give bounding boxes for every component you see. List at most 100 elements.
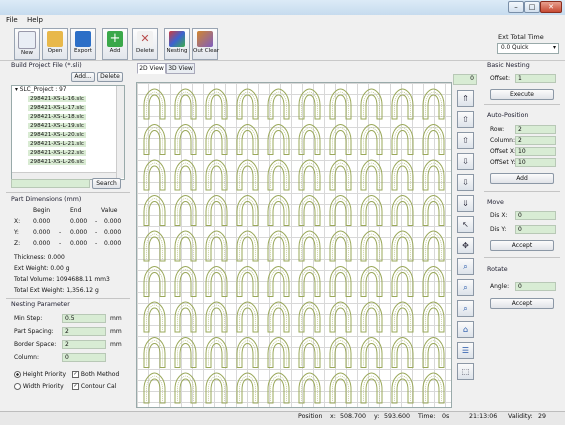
new-button[interactable]: New <box>14 28 40 60</box>
dis-x-field[interactable]: 0 <box>515 211 556 220</box>
dental-arch-part[interactable] <box>143 159 166 191</box>
tab-3d-view[interactable]: 3D View <box>166 63 195 74</box>
auto-position-add-button[interactable]: Add <box>490 173 554 184</box>
open-button[interactable]: Open <box>42 28 68 60</box>
dental-arch-part[interactable] <box>205 301 228 333</box>
dental-arch-part[interactable] <box>143 123 166 155</box>
minimize-button[interactable]: – <box>508 1 524 13</box>
dental-arch-part[interactable] <box>174 159 197 191</box>
arrow-up-icon[interactable]: ⇧ <box>457 111 474 128</box>
dental-arch-part[interactable] <box>422 372 445 404</box>
dental-arch-part[interactable] <box>329 336 352 368</box>
tree-file-item[interactable]: 298421-XS-L-19.slc <box>28 123 86 129</box>
rotate-accept-button[interactable]: Accept <box>490 298 554 309</box>
dental-arch-part[interactable] <box>236 336 259 368</box>
dental-arch-part[interactable] <box>205 123 228 155</box>
move-bottom-icon[interactable]: ⇓ <box>457 195 474 212</box>
dental-arch-part[interactable] <box>360 194 383 226</box>
dental-arch-part[interactable] <box>422 159 445 191</box>
dental-arch-part[interactable] <box>236 230 259 262</box>
dental-arch-part[interactable] <box>267 194 290 226</box>
dental-arch-part[interactable] <box>422 265 445 297</box>
dental-arch-part[interactable] <box>174 336 197 368</box>
row-field[interactable]: 2 <box>515 125 556 134</box>
zoom-out-icon[interactable]: ⌕ <box>457 279 474 296</box>
dental-arch-part[interactable] <box>360 301 383 333</box>
dis-y-field[interactable]: 0 <box>515 225 556 234</box>
offset-field[interactable]: 1 <box>515 74 556 83</box>
dental-arch-part[interactable] <box>298 265 321 297</box>
dental-arch-part[interactable] <box>329 265 352 297</box>
dental-arch-part[interactable] <box>298 88 321 120</box>
dental-arch-part[interactable] <box>422 194 445 226</box>
project-tree[interactable]: ▾ SLC_Project : 97 298421-XS-L-16.slc 29… <box>11 85 125 180</box>
dental-arch-part[interactable] <box>236 123 259 155</box>
dental-arch-part[interactable] <box>267 372 290 404</box>
close-button[interactable]: ✕ <box>540 1 562 13</box>
dental-arch-part[interactable] <box>360 159 383 191</box>
move-top-icon[interactable]: ⇑ <box>457 90 474 107</box>
dental-arch-part[interactable] <box>174 301 197 333</box>
offset-x-field[interactable]: 10 <box>515 147 556 156</box>
dental-arch-part[interactable] <box>360 336 383 368</box>
tree-file-item[interactable]: 298421-XS-L-26.slc <box>28 159 86 165</box>
dental-arch-part[interactable] <box>329 230 352 262</box>
dental-arch-part[interactable] <box>298 372 321 404</box>
dental-arch-part[interactable] <box>391 336 414 368</box>
dental-arch-part[interactable] <box>236 301 259 333</box>
select-box-icon[interactable]: ⬚ <box>457 363 474 380</box>
dental-arch-part[interactable] <box>391 265 414 297</box>
dental-arch-part[interactable] <box>174 230 197 262</box>
angle-field[interactable]: 0 <box>515 282 556 291</box>
arrow-up-icon[interactable]: ⇧ <box>457 132 474 149</box>
dental-arch-part[interactable] <box>391 123 414 155</box>
dental-arch-part[interactable] <box>174 88 197 120</box>
tree-file-item[interactable]: 298421-XS-L-20.slc <box>28 132 86 138</box>
dental-arch-part[interactable] <box>236 372 259 404</box>
build-delete-button[interactable]: Delete <box>97 72 123 82</box>
dental-arch-part[interactable] <box>267 159 290 191</box>
dental-arch-part[interactable] <box>360 230 383 262</box>
add-button[interactable]: + Add <box>102 28 128 60</box>
tree-file-item[interactable]: 298421-XS-L-21.slc <box>28 141 86 147</box>
tree-file-item[interactable]: 298421-XS-L-16.slc <box>28 96 86 102</box>
zoom-fit-icon[interactable]: ⌕ <box>457 300 474 317</box>
dental-arch-part[interactable] <box>205 372 228 404</box>
dental-arch-part[interactable] <box>360 88 383 120</box>
dental-arch-part[interactable] <box>143 265 166 297</box>
search-button[interactable]: Search <box>92 178 121 189</box>
dental-arch-part[interactable] <box>329 301 352 333</box>
tree-file-item[interactable]: 298421-XS-L-18.slc <box>28 114 86 120</box>
dental-arch-part[interactable] <box>391 159 414 191</box>
dental-arch-part[interactable] <box>422 88 445 120</box>
delete-button[interactable]: ✕ Delete <box>132 28 158 60</box>
menu-help[interactable]: Help <box>27 16 43 24</box>
arrow-down-icon[interactable]: ⇩ <box>457 153 474 170</box>
dental-arch-part[interactable] <box>143 88 166 120</box>
dental-arch-part[interactable] <box>391 230 414 262</box>
dental-arch-part[interactable] <box>267 336 290 368</box>
part-spacing-field[interactable]: 2 <box>62 327 106 336</box>
dental-arch-part[interactable] <box>298 123 321 155</box>
min-step-field[interactable]: 0.5 <box>62 314 106 323</box>
both-method-checkbox[interactable]: ✓ Both Method <box>72 371 119 378</box>
dental-arch-part[interactable] <box>143 301 166 333</box>
dental-arch-part[interactable] <box>143 372 166 404</box>
dental-arch-part[interactable] <box>236 194 259 226</box>
ext-time-select[interactable]: 0.0 Quick ▾ <box>497 43 559 54</box>
dental-arch-part[interactable] <box>143 194 166 226</box>
offset-y-field[interactable]: 10 <box>515 158 556 167</box>
dental-arch-part[interactable] <box>391 372 414 404</box>
height-priority-radio[interactable]: Height Priority <box>14 371 66 378</box>
export-button[interactable]: Export <box>70 28 96 60</box>
zoom-in-icon[interactable]: ⌕ <box>457 258 474 275</box>
dental-arch-part[interactable] <box>391 194 414 226</box>
cursor-icon[interactable]: ↖ <box>457 216 474 233</box>
dental-arch-part[interactable] <box>267 230 290 262</box>
dental-arch-part[interactable] <box>422 230 445 262</box>
dental-arch-part[interactable] <box>422 123 445 155</box>
dental-arch-part[interactable] <box>143 230 166 262</box>
dental-arch-part[interactable] <box>298 194 321 226</box>
dental-arch-part[interactable] <box>422 336 445 368</box>
properties-icon[interactable]: ☰ <box>457 342 474 359</box>
